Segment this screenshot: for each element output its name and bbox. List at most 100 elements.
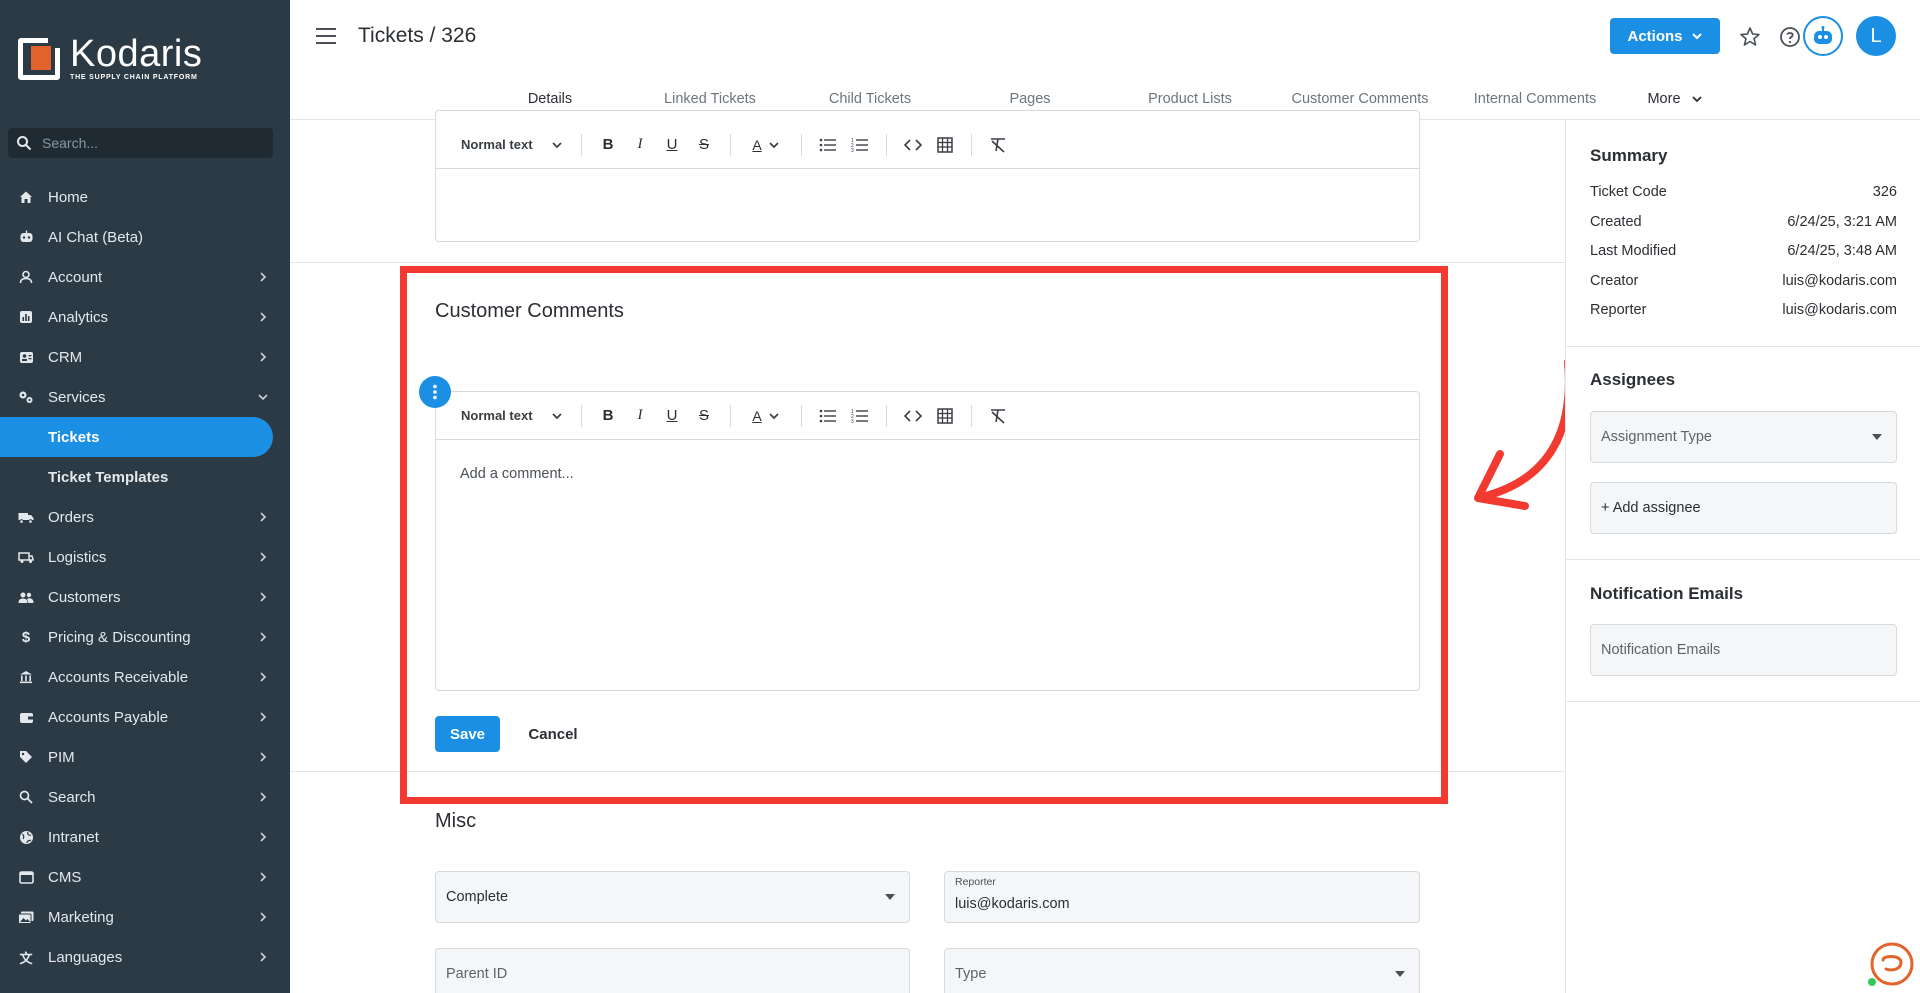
help-icon[interactable]: [1778, 25, 1802, 49]
chevron-right-icon: [260, 312, 267, 322]
sidebar-search[interactable]: [8, 128, 273, 158]
parent-id-field[interactable]: Parent ID: [435, 948, 910, 993]
text-color-icon[interactable]: A: [746, 134, 786, 156]
parent-id-placeholder: Parent ID: [446, 966, 508, 982]
panel-divider: [1566, 559, 1920, 560]
sidebar-nav: Home AI Chat (Beta) Account Analytics CR…: [0, 177, 290, 977]
notification-emails-field[interactable]: Notification Emails: [1590, 624, 1897, 676]
summary-row: Ticket Code 326: [1590, 184, 1897, 200]
ai-assistant-button[interactable]: [1803, 16, 1843, 56]
actions-button[interactable]: Actions: [1610, 18, 1720, 54]
type-select[interactable]: Type: [944, 948, 1420, 993]
tab-internal-comments[interactable]: Internal Comments: [1450, 78, 1620, 120]
tab-label: Customer Comments: [1291, 91, 1429, 107]
home-icon: [18, 189, 34, 205]
panel-divider: [1566, 701, 1920, 702]
chevron-right-icon: [260, 752, 267, 762]
sidebar-item-pricing[interactable]: $ Pricing & Discounting: [0, 617, 290, 657]
add-assignee-button[interactable]: + Add assignee: [1590, 482, 1897, 534]
sidebar-item-tickets[interactable]: Tickets: [0, 417, 273, 457]
sidebar-item-home[interactable]: Home: [0, 177, 290, 217]
summary-row: Creator luis@kodaris.com: [1590, 273, 1897, 289]
summary-key: Last Modified: [1590, 243, 1677, 259]
dollar-icon: $: [21, 628, 31, 646]
sidebar-item-logistics[interactable]: Logistics: [0, 537, 290, 577]
chevron-right-icon: [260, 632, 267, 642]
menu-icon[interactable]: [316, 28, 336, 44]
sidebar-item-label: Accounts Payable: [48, 708, 169, 726]
photos-icon: [18, 909, 34, 925]
format-dropdown[interactable]: Normal text: [461, 137, 571, 152]
chart-icon: [18, 309, 34, 325]
top-header: Tickets / 326 Actions L Details Linked T…: [290, 0, 1920, 120]
reporter-field[interactable]: Reporter luis@kodaris.com: [944, 871, 1420, 923]
strikethrough-icon[interactable]: S: [693, 134, 715, 156]
tab-label: Linked Tickets: [664, 91, 756, 107]
sidebar-item-accounts-payable[interactable]: Accounts Payable: [0, 697, 290, 737]
bold-icon[interactable]: B: [597, 134, 619, 156]
sidebar: Kodaris THE SUPPLY CHAIN PLATFORM Home A…: [0, 0, 290, 993]
code-icon[interactable]: [902, 134, 924, 156]
dropdown-caret-icon: [1395, 971, 1405, 977]
sidebar-item-ai-chat[interactable]: AI Chat (Beta): [0, 217, 290, 257]
sidebar-item-intranet[interactable]: Intranet: [0, 817, 290, 857]
sidebar-item-account[interactable]: Account: [0, 257, 290, 297]
support-chat-icon[interactable]: [1866, 940, 1914, 988]
italic-icon[interactable]: I: [629, 134, 651, 156]
sidebar-item-search[interactable]: Search: [0, 777, 290, 817]
chevron-right-icon: [260, 912, 267, 922]
sidebar-item-languages[interactable]: 文 Languages: [0, 937, 290, 977]
sidebar-item-label: AI Chat (Beta): [48, 228, 144, 246]
assignment-type-select[interactable]: Assignment Type: [1590, 411, 1897, 463]
chevron-right-icon: [260, 872, 267, 882]
chevron-down-icon: [551, 141, 562, 148]
sidebar-item-pim[interactable]: PIM: [0, 737, 290, 777]
contact-card-icon: [18, 349, 34, 365]
chevron-right-icon: [260, 832, 267, 842]
table-icon[interactable]: [934, 134, 956, 156]
sidebar-item-label: Services: [48, 388, 106, 406]
star-icon[interactable]: [1738, 25, 1762, 49]
clear-format-icon[interactable]: [987, 134, 1009, 156]
svg-text:3: 3: [851, 148, 854, 153]
details-side-panel: Summary Ticket Code 326 Created 6/24/25, 3…: [1565, 120, 1920, 993]
sidebar-item-label: Tickets: [48, 428, 100, 446]
summary-value: luis@kodaris.com: [1782, 302, 1897, 318]
underline-icon[interactable]: U: [661, 134, 683, 156]
sidebar-item-marketing[interactable]: Marketing: [0, 897, 290, 937]
tab-label: Product Lists: [1148, 91, 1232, 107]
sidebar-item-customers[interactable]: Customers: [0, 577, 290, 617]
sidebar-item-orders[interactable]: Orders: [0, 497, 290, 537]
user-avatar[interactable]: L: [1856, 16, 1896, 56]
numbered-list-icon[interactable]: 123: [849, 134, 871, 156]
chevron-down-icon: [258, 394, 268, 401]
type-placeholder: Type: [955, 966, 987, 982]
sidebar-item-crm[interactable]: CRM: [0, 337, 290, 377]
sidebar-item-services[interactable]: Services: [0, 377, 290, 417]
sidebar-item-label: Pricing & Discounting: [48, 628, 191, 646]
sidebar-item-cms[interactable]: CMS: [0, 857, 290, 897]
tab-label: Child Tickets: [828, 91, 912, 107]
search-input[interactable]: [42, 135, 242, 151]
sidebar-item-label: Analytics: [48, 308, 109, 326]
description-editor[interactable]: Normal text B I U S A 123: [435, 110, 1420, 242]
tab-label: Pages: [1009, 91, 1051, 107]
bullet-list-icon[interactable]: [817, 134, 839, 156]
section-divider: [290, 262, 1565, 263]
kodaris-logo[interactable]: Kodaris THE SUPPLY CHAIN PLATFORM: [18, 33, 202, 81]
summary-title: Summary: [1590, 146, 1668, 165]
summary-key: Reporter: [1590, 302, 1647, 318]
sidebar-item-label: PIM: [48, 748, 75, 766]
sidebar-item-analytics[interactable]: Analytics: [0, 297, 290, 337]
assignees-title: Assignees: [1590, 370, 1676, 389]
main-content: Normal text B I U S A 123 Customer Comme…: [290, 110, 1573, 993]
shipping-icon: [18, 549, 34, 565]
tab-more[interactable]: More: [1620, 78, 1730, 120]
sidebar-item-label: CMS: [48, 868, 82, 886]
wallet-icon: [18, 709, 34, 725]
sidebar-item-accounts-receivable[interactable]: Accounts Receivable: [0, 657, 290, 697]
notification-emails-placeholder: Notification Emails: [1601, 642, 1721, 658]
sidebar-item-ticket-templates[interactable]: Ticket Templates: [0, 457, 290, 497]
status-select[interactable]: Complete: [435, 871, 910, 923]
chevron-right-icon: [260, 512, 267, 522]
